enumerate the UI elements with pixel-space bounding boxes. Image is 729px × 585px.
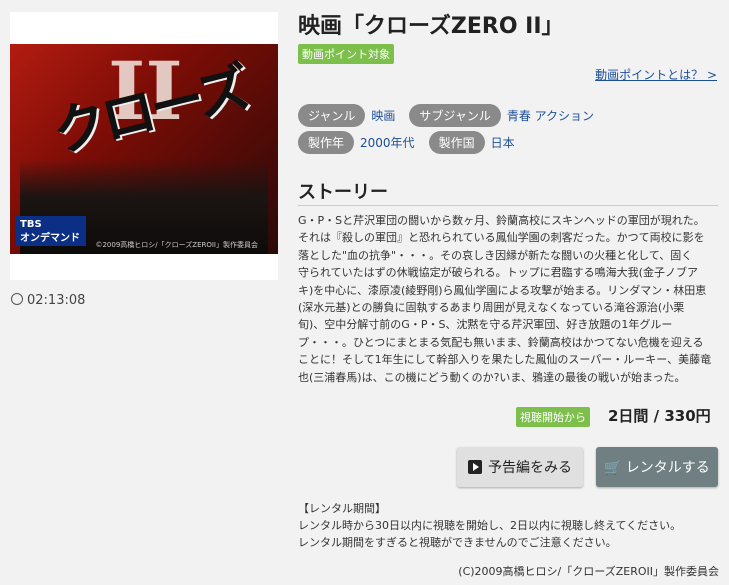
tbs-logo: TBS オンデマンド [16, 216, 86, 246]
story-line: G・P・Sと芹沢軍団の闘いから数ヶ月、鈴蘭高校にスキンヘッドの軍団が現れた。 [298, 214, 705, 227]
rental-start-badge: 視聴開始から [516, 407, 590, 427]
duration: 02:13:08 [11, 293, 85, 308]
rental-note-line: レンタル期間をすぎると視聴ができませんのでご注意ください。 [298, 536, 617, 549]
footer-copyright: (C)2009高橋ヒロシ/「クローズZEROII」製作委員会 [458, 565, 719, 578]
story-heading: ストーリー [298, 182, 388, 203]
poster-image: II クローズ TBS オンデマンド ©2009高橋ヒロシ/「クローズZEROI… [10, 44, 278, 254]
story-line: 落とした"血の抗争"・・・。その哀しき因縁が新たな闘いの火種と化して、固く [298, 248, 693, 262]
rental-note-line: レンタル時から30日以内に視聴を開始し、2日以内に視聴し終えてください。 [298, 519, 682, 532]
story-line: プ・・・。ひとつにまとまる気配も無いまま、鈴蘭高校はかつてない危機を迎える [298, 335, 704, 349]
story-line: ことに！そして1年生にして幹部入りを果たした鳳仙のスーパー・ルーキー、美藤竜 [298, 353, 712, 367]
poster-copyright: ©2009高橋ヒロシ/「クローズZEROII」製作委員会 [95, 241, 258, 249]
point-eligible-badge: 動画ポイント対象 [298, 44, 394, 64]
page-title: 映画「クローズZERO II」 [298, 14, 564, 39]
story-line: 也(三浦春馬)は、この機にどう動くのか?いま、鴉達の最後の戦いが始まった。 [298, 370, 686, 384]
story-line: キ)を中心に、漆原凌(綾野剛)ら鳳仙学園による攻撃が始まる。リンダマン・林田恵 [298, 283, 707, 297]
story-line: 旬)、空中分解寸前のG・P・S、沈黙を守る芹沢軍団、好き放題の1年グルー [298, 318, 673, 332]
year-link[interactable]: 2000年代 [360, 136, 415, 150]
tbs-logo-sub: オンデマンド [20, 233, 80, 244]
meta-row-production: 製作年 2000年代 製作国 日本 [298, 131, 529, 154]
genre-link[interactable]: 映画 [371, 109, 395, 123]
subgenre-tag: サブジャンル [409, 104, 501, 127]
story-text: G・P・Sと芹沢軍団の闘いから数ヶ月、鈴蘭高校にスキンヘッドの軍団が現れた。 そ… [298, 212, 722, 386]
trailer-button[interactable]: 予告編をみる [457, 447, 583, 487]
rental-notes: 【レンタル期間】 レンタル時から30日以内に視聴を開始し、2日以内に視聴し終えて… [298, 500, 681, 551]
trailer-button-label: 予告編をみる [488, 460, 572, 476]
tbs-logo-text: TBS [20, 219, 42, 230]
point-info-link[interactable]: 動画ポイントとは？ > [595, 66, 717, 83]
rent-button-label: レンタルする [625, 460, 710, 476]
story-line: 守られていたはずの休戦協定が破られる。トップに君臨する鳴海大我(金子ノブア [298, 266, 698, 280]
meta-row-genre: ジャンル 映画 サブジャンル 青春 アクション [298, 104, 608, 127]
movie-poster: II クローズ TBS オンデマンド ©2009高橋ヒロシ/「クローズZEROI… [10, 12, 278, 280]
year-tag: 製作年 [298, 131, 355, 154]
country-link[interactable]: 日本 [491, 136, 515, 150]
duration-text: 02:13:08 [27, 293, 86, 308]
story-line: (深水元基)との勝負に固執するあまり周囲が見えなくなっている滝谷源治(小栗 [298, 301, 685, 315]
rental-price: 2日間 / 330円 [608, 407, 711, 425]
country-tag: 製作国 [428, 131, 485, 154]
rental-note-title: 【レンタル期間】 [298, 502, 386, 515]
cart-icon: 🛒 [604, 460, 622, 476]
subgenre-link[interactable]: 青春 アクション [507, 109, 594, 123]
genre-tag: ジャンル [298, 104, 366, 127]
play-icon [468, 460, 482, 474]
story-divider [298, 205, 718, 206]
story-line: それは『殺しの軍団』と恐れられている鳳仙学園の刺客だった。かつて両校に影を [298, 231, 705, 245]
rent-button[interactable]: 🛒 レンタルする [596, 447, 718, 487]
clock-icon [11, 293, 23, 305]
